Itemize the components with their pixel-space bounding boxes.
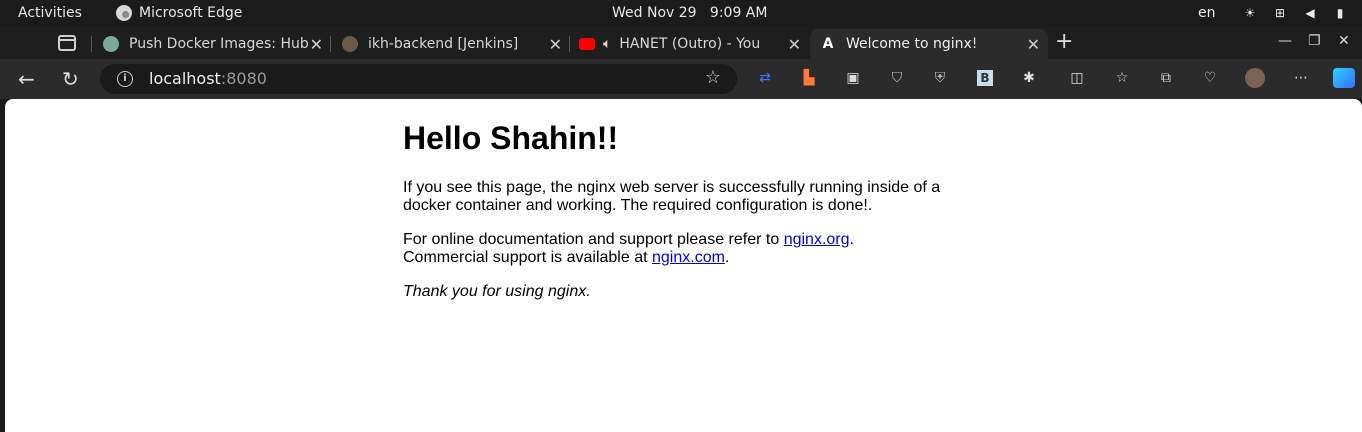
nginx-welcome-content: Hello Shahin!! If you see this page, the…: [403, 119, 963, 317]
app-menu[interactable]: Microsoft Edge: [116, 5, 242, 21]
chatgpt-icon: [103, 36, 119, 52]
site-info-icon[interactable]: i: [117, 71, 133, 87]
reload-icon[interactable]: ↻: [62, 67, 79, 91]
nginx-com-link[interactable]: nginx.com: [652, 249, 725, 266]
battery-icon: ▮: [1336, 6, 1344, 20]
maximize-button[interactable]: ❐: [1308, 33, 1321, 49]
thanks-text: Thank you for using nginx.: [403, 283, 591, 300]
edge-app-icon: [116, 5, 132, 21]
volume-icon: ◀: [1305, 6, 1315, 20]
tab-separator: [91, 36, 92, 52]
tab-strip: Push Docker Images: Hub ✕ ikh-backend [J…: [0, 27, 1362, 59]
tab-title: HANET (Outro) - YouT: [619, 36, 760, 52]
extensions-puzzle-icon[interactable]: ✱: [1021, 70, 1037, 86]
page-viewport: Hello Shahin!! If you see this page, the…: [5, 99, 1362, 432]
system-top-bar: Activities Microsoft Edge Wed Nov 29 9:0…: [0, 0, 1362, 27]
angular-icon: A: [822, 36, 834, 52]
profile-avatar[interactable]: [1245, 68, 1265, 88]
activities-button[interactable]: Activities: [18, 5, 82, 21]
tab-separator: [569, 36, 570, 52]
close-tab-icon[interactable]: ✕: [310, 35, 323, 54]
clock[interactable]: Wed Nov 29 9:09 AM: [612, 5, 767, 21]
tab-title: Welcome to nginx!: [846, 36, 978, 52]
close-tab-icon[interactable]: ✕: [1027, 35, 1040, 54]
intro-paragraph: If you see this page, the nginx web serv…: [403, 179, 941, 214]
favorite-star-icon[interactable]: ☆: [705, 67, 721, 88]
tab-title: ikh-backend [Jenkins]: [368, 36, 519, 52]
network-icon: ⊞: [1274, 6, 1286, 20]
url-port: :8080: [220, 69, 267, 88]
app-name: Microsoft Edge: [139, 5, 243, 21]
close-tab-icon[interactable]: ✕: [788, 35, 801, 54]
split-screen-icon[interactable]: ◫: [1069, 70, 1085, 86]
collections-icon[interactable]: ⧉: [1158, 70, 1174, 86]
favorites-icon[interactable]: ☆: [1114, 70, 1130, 86]
support-text: For online documentation and support ple…: [403, 231, 784, 248]
extension-b-icon[interactable]: B: [977, 70, 993, 86]
tab-actions-menu-icon[interactable]: [58, 35, 76, 51]
extension-sync-icon[interactable]: ⇄: [757, 70, 773, 86]
tab-jenkins[interactable]: ikh-backend [Jenkins] ✕: [332, 29, 570, 59]
copilot-icon[interactable]: [1333, 68, 1355, 88]
punctuation: .: [849, 231, 854, 248]
thanks-paragraph: Thank you for using nginx.: [403, 283, 963, 301]
system-tray[interactable]: ☀ ⊞ ◀ ▮: [1242, 5, 1348, 21]
close-window-button[interactable]: ✕: [1338, 33, 1350, 49]
support-paragraph: For online documentation and support ple…: [403, 231, 963, 267]
new-tab-button[interactable]: +: [1055, 29, 1073, 54]
nginx-org-link[interactable]: nginx.org: [784, 231, 850, 248]
url-text[interactable]: localhost:8080: [149, 69, 267, 88]
extension-bookmark-icon[interactable]: ▙: [801, 70, 817, 86]
tab-nginx[interactable]: A Welcome to nginx! ✕: [810, 29, 1048, 59]
vpn-shield-icon[interactable]: ⛨: [932, 70, 948, 86]
browser-essentials-icon[interactable]: ♡: [1202, 70, 1218, 86]
punctuation: .: [724, 249, 730, 266]
picture-in-picture-icon[interactable]: ▣: [845, 70, 861, 86]
brightness-icon: ☀: [1244, 6, 1256, 20]
close-tab-icon[interactable]: ✕: [549, 35, 562, 54]
url-host: localhost: [149, 69, 221, 88]
commercial-support-text: Commercial support is available at: [403, 249, 652, 266]
youtube-icon: [579, 38, 595, 50]
more-options-icon[interactable]: ⋯: [1293, 70, 1309, 86]
tab-title: Push Docker Images: Hub: [129, 36, 309, 52]
page-heading: Hello Shahin!!: [403, 120, 619, 156]
tab-separator: [330, 36, 331, 52]
input-language[interactable]: en: [1198, 5, 1216, 21]
minimize-button[interactable]: —: [1278, 33, 1292, 49]
tab-youtube[interactable]: 🔈︎ HANET (Outro) - YouT ✕: [571, 29, 809, 59]
ublock-shield-icon[interactable]: ⛉: [889, 70, 905, 86]
back-arrow-icon[interactable]: ←: [18, 67, 35, 91]
audio-playing-icon[interactable]: 🔈︎: [603, 36, 611, 52]
address-bar[interactable]: i localhost:8080 ☆: [100, 64, 737, 94]
jenkins-icon: [342, 36, 358, 52]
tab-push-docker[interactable]: Push Docker Images: Hub ✕: [93, 29, 331, 59]
